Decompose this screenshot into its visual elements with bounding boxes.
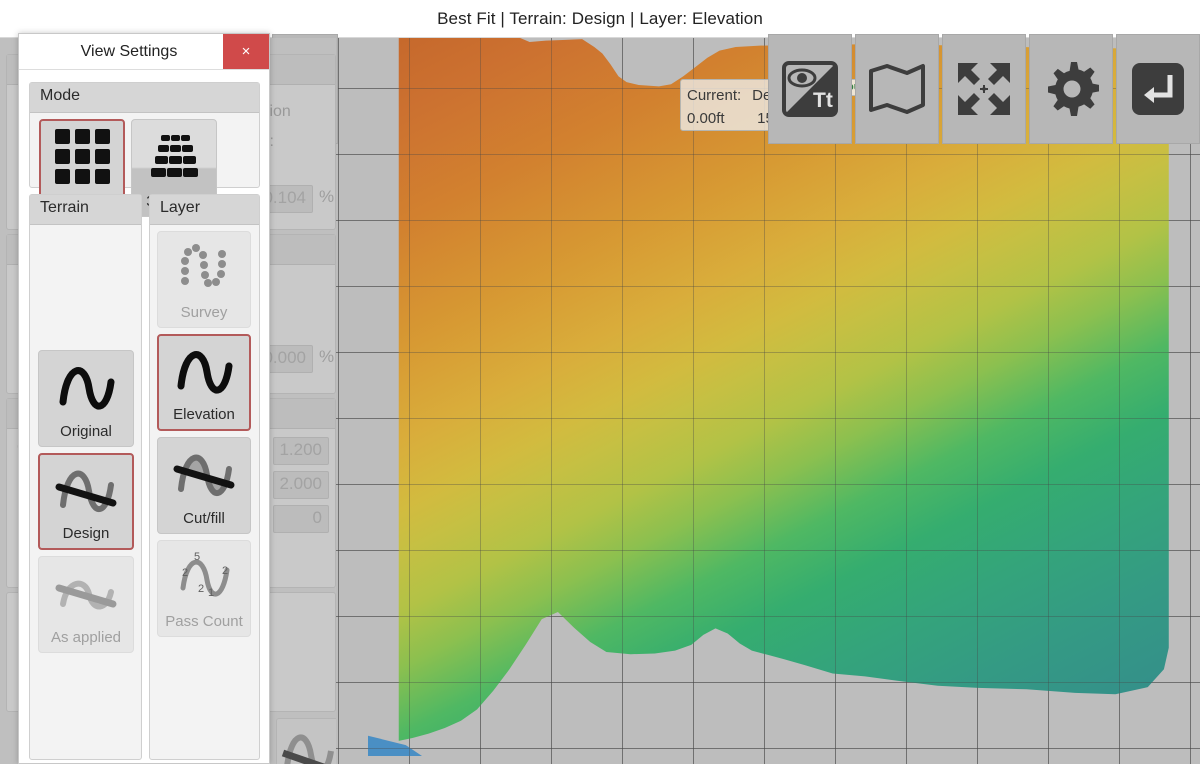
terrain-option-as-applied-label: As applied — [50, 629, 122, 646]
svg-text:Tt: Tt — [813, 89, 833, 112]
zoom-extents-icon — [958, 63, 1010, 115]
map-canvas[interactable]: outlet Current: Design: 0.00ft 15.57ft — [336, 38, 1200, 764]
mode-group-header: Mode — [30, 83, 259, 113]
readout-current-label: Current: — [687, 86, 742, 104]
gear-icon — [1048, 62, 1099, 116]
bg-group-3-field-3[interactable]: 0 — [273, 505, 329, 533]
svg-text:5: 5 — [194, 551, 200, 563]
mode-group: Mode 2D View — [29, 82, 260, 217]
grid-flat-icon — [41, 121, 123, 192]
terrain-group: Terrain Original Design As applied — [29, 194, 142, 760]
wave-slash-faded-icon — [39, 557, 133, 629]
wave-fill-slash-icon — [158, 438, 250, 510]
view-settings-dialog: View Settings × Mode 2D View — [18, 33, 270, 764]
readout-current-value: 0.00ft — [687, 109, 725, 127]
map-icon — [869, 64, 925, 114]
terrain-option-design[interactable]: Design — [38, 453, 134, 550]
zoom-extents-button[interactable] — [942, 34, 1026, 144]
dotted-wave-icon — [158, 232, 250, 304]
layer-option-elevation[interactable]: Elevation — [157, 334, 251, 431]
layer-option-survey-label: Survey — [180, 304, 228, 321]
terrain-option-original-label: Original — [60, 423, 112, 440]
close-icon[interactable]: × — [223, 34, 269, 69]
svg-text:1: 1 — [208, 587, 214, 599]
bg-group-1-unit-1: % — [319, 187, 335, 206]
app-window: Best Fit | Terrain: Design | Layer: Elev… — [0, 0, 1200, 764]
layer-option-pass-count-label: Pass Count — [165, 613, 243, 630]
return-arrow-icon — [1132, 63, 1184, 115]
bg-group-3-field-1[interactable]: 1.200 — [273, 437, 329, 465]
layer-option-pass-count[interactable]: 2 5 2 1 2 Pass Count — [157, 540, 251, 637]
settings-button[interactable] — [1029, 34, 1113, 144]
terrain-option-design-label: Design — [62, 525, 110, 542]
layer-group: Layer Survey Elevation Cut/fill 2 5 2 1 … — [149, 194, 260, 760]
map-toolbar: Tt — [768, 34, 1200, 144]
visibility-text-toggle-button[interactable]: Tt — [768, 34, 852, 144]
layer-option-cut-fill-label: Cut/fill — [183, 510, 225, 527]
terrain-option-original[interactable]: Original — [38, 350, 134, 447]
svg-text:2: 2 — [182, 567, 188, 579]
dialog-title: View Settings — [80, 42, 178, 60]
terrain-option-as-applied[interactable]: As applied — [38, 556, 134, 653]
svg-text:2: 2 — [222, 565, 228, 577]
eye-text-icon: Tt — [782, 61, 838, 117]
wave-numbers-icon: 2 5 2 1 2 — [158, 541, 250, 613]
window-title: Best Fit | Terrain: Design | Layer: Elev… — [437, 8, 763, 28]
dialog-title-bar: View Settings × — [19, 34, 269, 70]
bg-terrain-design-icon-tile[interactable] — [276, 718, 336, 764]
wave-slash-faded-icon — [281, 734, 334, 764]
layer-option-cut-fill[interactable]: Cut/fill — [157, 437, 251, 534]
map-view-button[interactable] — [855, 34, 939, 144]
wave-icon — [159, 336, 249, 406]
layer-option-elevation-label: Elevation — [173, 406, 235, 423]
bg-group-2-unit-1: % — [319, 347, 335, 366]
bg-group-3-field-2[interactable]: 2.000 — [273, 471, 329, 499]
wave-slash-icon — [40, 455, 132, 525]
layer-group-header: Layer — [150, 195, 259, 225]
terrain-group-header: Terrain — [30, 195, 141, 225]
svg-text:2: 2 — [198, 583, 204, 595]
grid-perspective-icon — [132, 120, 216, 193]
back-return-button[interactable] — [1116, 34, 1200, 144]
terrain-surface — [398, 38, 1169, 741]
layer-option-survey[interactable]: Survey — [157, 231, 251, 328]
wave-icon — [39, 351, 133, 423]
